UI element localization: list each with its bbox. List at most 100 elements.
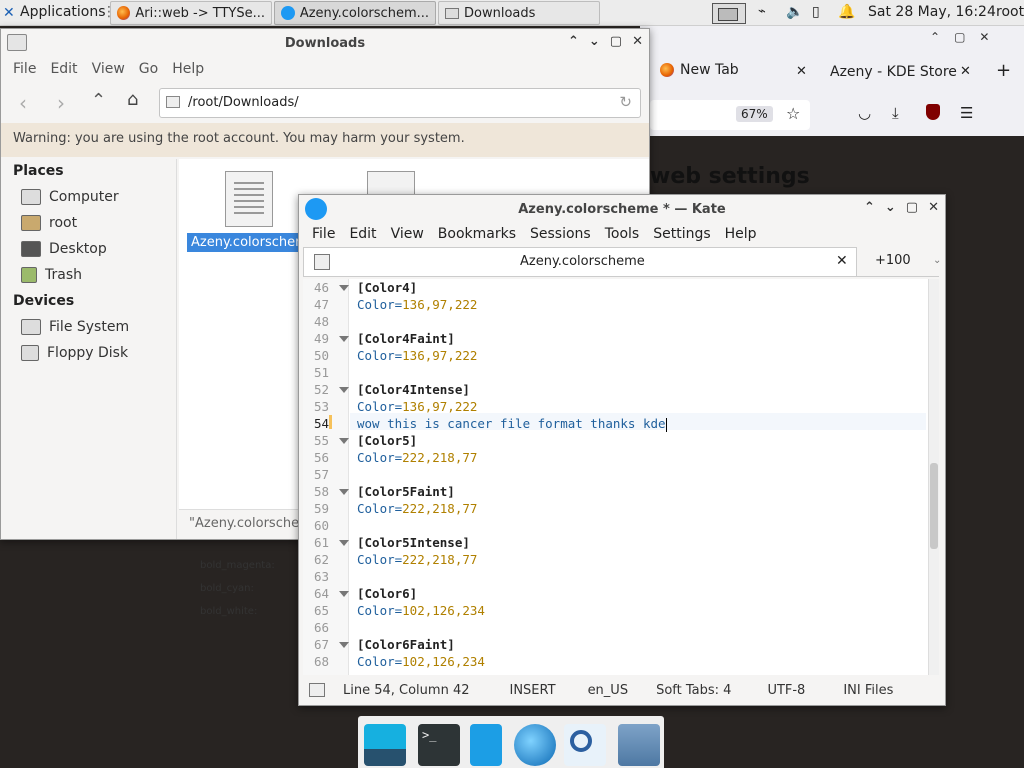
text-file-icon[interactable]: [367, 171, 415, 195]
indentation-settings[interactable]: Soft Tabs: 4: [656, 683, 731, 698]
menu-file[interactable]: File: [6, 61, 43, 77]
fold-arrow-icon[interactable]: [339, 336, 349, 342]
sidebar-item-root[interactable]: root: [21, 215, 77, 231]
tab-new-tab[interactable]: New Tab: [660, 62, 739, 78]
task-downloads[interactable]: Downloads: [438, 1, 600, 25]
sidebar-item-label: Computer: [49, 189, 119, 205]
text-file-icon[interactable]: [225, 171, 273, 227]
input-mode[interactable]: INSERT: [510, 683, 556, 698]
terminal-icon[interactable]: >_: [418, 724, 460, 766]
maximize-icon[interactable]: ▢: [954, 30, 965, 44]
task-firefox[interactable]: Ari::web -> TTYSe...: [110, 1, 272, 25]
fold-arrow-icon[interactable]: [339, 489, 349, 495]
xfce-menu-icon[interactable]: ✕: [3, 5, 15, 21]
fold-arrow-icon[interactable]: [339, 591, 349, 597]
hamburger-menu-icon[interactable]: ☰: [960, 104, 973, 122]
volume-icon[interactable]: 🔈: [786, 4, 803, 20]
fold-arrow-icon[interactable]: [339, 540, 349, 546]
show-desktop-icon[interactable]: [364, 724, 406, 766]
dropdown-icon[interactable]: ⌄: [933, 255, 941, 266]
file-item-label[interactable]: Azeny.colorschem: [187, 233, 299, 252]
tab-azeny[interactable]: Azeny.colorscheme ✕: [303, 247, 857, 277]
forward-icon[interactable]: ›: [57, 91, 65, 115]
close-tab-icon[interactable]: ✕: [796, 64, 807, 79]
downloads-titlebar[interactable]: Downloads ⌃ ⌄ ▢ ✕: [1, 29, 649, 57]
ublock-icon[interactable]: [926, 104, 940, 120]
zoom-indicator[interactable]: 67%: [736, 106, 773, 122]
sidebar-item-trash[interactable]: Trash: [21, 267, 82, 283]
applications-menu[interactable]: Applications: [20, 4, 106, 20]
menu-view[interactable]: View: [85, 61, 132, 77]
maximize-icon[interactable]: ⌄: [589, 34, 600, 49]
close-icon[interactable]: ✕: [632, 34, 643, 49]
fold-arrow-icon[interactable]: [339, 387, 349, 393]
shade-icon[interactable]: ⌄: [885, 200, 896, 215]
menu-sessions[interactable]: Sessions: [523, 226, 598, 242]
menu-tools[interactable]: Tools: [598, 226, 647, 242]
encoding[interactable]: UTF-8: [767, 683, 805, 698]
vertical-scrollbar[interactable]: [928, 279, 939, 675]
download-icon[interactable]: ⤓: [892, 104, 899, 122]
file-type[interactable]: INI Files: [843, 683, 893, 698]
close-icon[interactable]: ✕: [979, 30, 989, 44]
fold-arrow-icon[interactable]: [339, 285, 349, 291]
menu-settings[interactable]: Settings: [646, 226, 717, 242]
menu-view[interactable]: View: [384, 226, 431, 242]
sidebar-item-filesystem[interactable]: File System: [21, 319, 129, 335]
menu-edit[interactable]: Edit: [43, 61, 84, 77]
folder-app-icon: [7, 34, 27, 51]
firefox-icon: [117, 6, 131, 20]
kate-titlebar[interactable]: Azeny.colorscheme * — Kate ⌃ ⌄ ▢ ✕: [299, 195, 945, 223]
scrollbar-thumb[interactable]: [930, 463, 938, 549]
notification-bell-icon[interactable]: 🔔: [838, 4, 855, 20]
folder-icon[interactable]: [618, 724, 660, 766]
more-tabs-button[interactable]: +100: [875, 253, 911, 268]
restore-icon[interactable]: ▢: [610, 34, 622, 49]
menu-file[interactable]: File: [305, 226, 342, 242]
task-kate[interactable]: Azeny.colorschem...: [274, 1, 436, 25]
web-browser-icon[interactable]: [514, 724, 556, 766]
file-manager-icon[interactable]: [470, 724, 502, 766]
minimize-icon[interactable]: ⌃: [568, 34, 579, 49]
sidebar-item-label: File System: [49, 319, 130, 335]
pocket-icon[interactable]: ◡: [858, 104, 871, 122]
up-icon[interactable]: ⌃: [91, 90, 106, 111]
fold-arrow-icon[interactable]: [339, 438, 349, 444]
reload-icon[interactable]: ↻: [619, 93, 632, 111]
back-icon[interactable]: ‹: [19, 91, 27, 115]
minimize-icon[interactable]: ⌃: [930, 30, 940, 44]
user-label[interactable]: root: [996, 4, 1024, 20]
task-label: Azeny.colorschem...: [299, 5, 429, 21]
sidebar-item-computer[interactable]: Computer: [21, 189, 119, 205]
desktop-icon: [21, 241, 41, 257]
menu-help[interactable]: Help: [718, 226, 764, 242]
menu-help[interactable]: Help: [165, 61, 211, 77]
editor-area[interactable]: 46 [Color4] 47 Color=136,97,222 48 49 [Color4F…: [303, 279, 939, 675]
close-tab-icon[interactable]: ✕: [960, 64, 971, 79]
close-icon[interactable]: ✕: [928, 200, 939, 215]
bookmark-star-icon[interactable]: ☆: [786, 104, 800, 123]
sidebar-item-label: Trash: [45, 267, 82, 283]
workspace-switcher[interactable]: [712, 3, 746, 24]
menu-go[interactable]: Go: [132, 61, 165, 77]
network-icon[interactable]: ⌁: [758, 4, 766, 19]
code-line: [Color6Faint]: [357, 637, 455, 652]
menu-bookmarks[interactable]: Bookmarks: [431, 226, 523, 242]
sidebar-item-floppy[interactable]: Floppy Disk: [21, 345, 128, 361]
menu-edit[interactable]: Edit: [342, 226, 383, 242]
maximize-icon[interactable]: ▢: [906, 200, 918, 215]
new-tab-button[interactable]: +: [996, 60, 1011, 81]
home-icon[interactable]: ⌂: [127, 89, 138, 110]
modified-line-marker: [329, 415, 332, 429]
dictionary[interactable]: en_US: [588, 683, 629, 698]
close-tab-icon[interactable]: ✕: [836, 253, 848, 269]
sidebar-item-desktop[interactable]: Desktop: [21, 241, 107, 257]
location-bar[interactable]: /root/Downloads/ ↻: [159, 88, 641, 118]
cursor-position[interactable]: Line 54, Column 42: [343, 683, 470, 698]
fold-arrow-icon[interactable]: [339, 642, 349, 648]
clock[interactable]: Sat 28 May, 16:24: [868, 4, 996, 20]
battery-icon[interactable]: ▯: [812, 4, 820, 20]
minimize-icon[interactable]: ⌃: [864, 200, 875, 215]
tab-kde-store[interactable]: Azeny - KDE Store: [830, 64, 957, 80]
app-finder-icon[interactable]: [564, 724, 606, 766]
